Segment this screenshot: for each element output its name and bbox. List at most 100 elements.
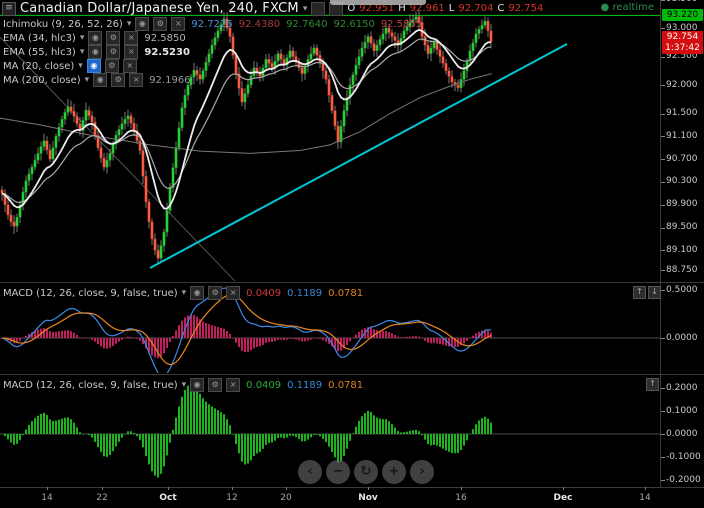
indicator-value: 92.6150 bbox=[333, 18, 375, 30]
gear-icon[interactable]: ⚙ bbox=[106, 45, 121, 59]
realtime-status: ● realtime bbox=[601, 2, 654, 13]
zoom-in-button[interactable]: + bbox=[382, 460, 406, 484]
macd-axis-label: 0.1000 bbox=[666, 405, 698, 416]
menu-icon[interactable]: ≡ bbox=[2, 1, 16, 16]
indicator-row-3[interactable]: EMA (55, hlc3) ▾ ◉ ⚙ × 92.5230 bbox=[3, 45, 422, 59]
chevron-down-icon: ▾ bbox=[181, 380, 187, 390]
gear-icon[interactable]: ⚙ bbox=[106, 31, 121, 45]
eye-icon[interactable]: ◉ bbox=[190, 286, 205, 300]
symbol-title[interactable]: Canadian Dollar/Japanese Yen, 240, FXCM bbox=[20, 1, 299, 16]
indicator-row-4[interactable]: MA (20, close) ▾ ◉ ⚙ × bbox=[3, 59, 422, 73]
price-axis[interactable]: 93.220 92.754 1:37:42 93.50093.00092.500… bbox=[661, 0, 704, 487]
time-axis-label: 12 bbox=[226, 493, 238, 503]
time-tick bbox=[168, 487, 169, 490]
macd-axis-label: 0.0000 bbox=[666, 428, 698, 439]
gear-icon[interactable]: ⚙ bbox=[153, 17, 168, 31]
indicator-value: 92.1966 bbox=[149, 74, 191, 86]
time-axis-label: 16 bbox=[455, 493, 467, 503]
signal-line bbox=[1, 293, 492, 366]
gear-icon[interactable]: ⚙ bbox=[111, 73, 126, 87]
indicator-label[interactable]: Ichimoku (9, 26, 52, 26) bbox=[3, 19, 123, 30]
indicator-label[interactable]: EMA (34, hlc3) bbox=[3, 33, 76, 44]
price-axis-label: 93.500 bbox=[666, 0, 698, 4]
close-label: C bbox=[497, 3, 505, 14]
macd1-pane-buttons: ↑ ↓ bbox=[633, 286, 661, 299]
indicator-label[interactable]: EMA (55, hlc3) bbox=[3, 47, 76, 58]
close-icon[interactable]: × bbox=[171, 17, 186, 31]
gear-icon[interactable]: ⚙ bbox=[208, 378, 223, 392]
chart-application: ≡ Canadian Dollar/Japanese Yen, 240, FXC… bbox=[0, 0, 704, 508]
indicator-value: 92.4380 bbox=[238, 18, 281, 30]
price-axis-label: 91.500 bbox=[666, 108, 698, 118]
axis-tick bbox=[661, 388, 665, 389]
eye-icon[interactable]: ◉ bbox=[135, 17, 150, 31]
gear-icon[interactable]: ⚙ bbox=[104, 59, 119, 73]
pane-separator-1[interactable] bbox=[0, 282, 704, 283]
time-axis-label: 14 bbox=[41, 493, 53, 503]
axis-tick bbox=[661, 85, 665, 86]
price-axis-label: 91.100 bbox=[666, 130, 698, 141]
eye-icon[interactable]: ◉ bbox=[93, 73, 108, 87]
close-icon[interactable]: × bbox=[122, 59, 137, 73]
low-value: 92.704 bbox=[458, 3, 494, 14]
axis-tick bbox=[661, 136, 665, 138]
time-tick bbox=[47, 487, 48, 490]
eye-icon[interactable]: ◉ bbox=[88, 31, 103, 45]
realtime-dot-icon: ● bbox=[600, 2, 610, 13]
price-axis-label: 89.900 bbox=[666, 199, 698, 210]
close-icon[interactable]: × bbox=[226, 378, 241, 392]
realtime-label: realtime bbox=[612, 2, 654, 13]
eye-icon[interactable]: ◉ bbox=[190, 378, 205, 392]
chevron-down-icon: ▾ bbox=[79, 47, 85, 57]
axis-tick bbox=[661, 159, 665, 161]
time-axis[interactable]: 14 22 Oct 12 20 Nov 16 Dec 14 bbox=[0, 487, 704, 508]
chevron-down-icon: ▾ bbox=[84, 75, 90, 85]
indicator-value: 92.7225 bbox=[191, 18, 233, 30]
indicator-row-2[interactable]: EMA (34, hlc3) ▾ ◉ ⚙ × 92.5850 bbox=[3, 31, 422, 45]
axis-tick bbox=[661, 56, 665, 58]
axis-tick bbox=[661, 113, 665, 115]
gear-icon[interactable]: ⚙ bbox=[208, 286, 223, 300]
move-pane-up-button[interactable]: ↑ bbox=[633, 286, 646, 299]
macd-label[interactable]: MACD (12, 26, close, 9, false, true) bbox=[3, 288, 178, 299]
scroll-left-button[interactable]: ‹ bbox=[298, 460, 322, 484]
move-pane-up-button[interactable]: ↑ bbox=[646, 378, 659, 391]
chevron-down-icon: ▾ bbox=[78, 61, 83, 71]
price-axis-label: 90.700 bbox=[666, 153, 698, 164]
compare-icon[interactable] bbox=[311, 1, 326, 16]
move-pane-down-button[interactable]: ↓ bbox=[648, 286, 661, 299]
indicator-row-1[interactable]: Ichimoku (9, 26, 52, 26) ▾ ◉ ⚙ × 92.7225 92.43… bbox=[3, 17, 422, 31]
eye-icon[interactable]: ◉ bbox=[88, 45, 103, 59]
tooltip-fragment bbox=[330, 0, 426, 5]
zoom-out-button[interactable]: − bbox=[326, 460, 350, 484]
chevron-down-icon: ▾ bbox=[302, 3, 308, 14]
indicator-label[interactable]: MA (20, close) bbox=[3, 61, 74, 72]
time-tick bbox=[461, 487, 462, 490]
time-axis-label: Oct bbox=[159, 493, 177, 503]
macd-value: 0.1189 bbox=[287, 287, 323, 299]
indicator-label[interactable]: MA (200, close) bbox=[3, 75, 81, 86]
price-axis-label: 89.500 bbox=[666, 222, 698, 232]
close-icon[interactable]: × bbox=[129, 73, 144, 87]
macd-label[interactable]: MACD (12, 26, close, 9, false, true) bbox=[3, 380, 178, 391]
time-tick bbox=[286, 487, 287, 490]
indicator-value: 92.5230 bbox=[144, 46, 190, 58]
eye-icon[interactable]: ◉ bbox=[86, 59, 101, 73]
time-tick bbox=[563, 487, 564, 490]
axis-tick bbox=[661, 480, 665, 481]
scroll-right-button[interactable]: › bbox=[410, 460, 434, 484]
pane-separator-2[interactable] bbox=[0, 374, 704, 375]
time-axis-label: 20 bbox=[280, 493, 292, 503]
close-icon[interactable]: × bbox=[124, 45, 139, 59]
macd2-header: MACD (12, 26, close, 9, false, true) ▾ ◉ ⚙ ×… bbox=[3, 378, 363, 392]
axis-tick bbox=[661, 0, 665, 1]
axis-tick bbox=[661, 411, 665, 412]
close-icon[interactable]: × bbox=[226, 286, 241, 300]
macd-value: 0.0781 bbox=[328, 379, 364, 391]
axis-tick bbox=[661, 227, 665, 229]
reset-view-button[interactable]: ↻ bbox=[354, 460, 378, 484]
chevron-down-icon: ▾ bbox=[79, 33, 85, 43]
indicator-row-5[interactable]: MA (200, close) ▾ ◉ ⚙ × 92.1966 bbox=[3, 73, 422, 87]
close-icon[interactable]: × bbox=[124, 31, 139, 45]
indicator-value: 92.5850 bbox=[144, 32, 186, 44]
